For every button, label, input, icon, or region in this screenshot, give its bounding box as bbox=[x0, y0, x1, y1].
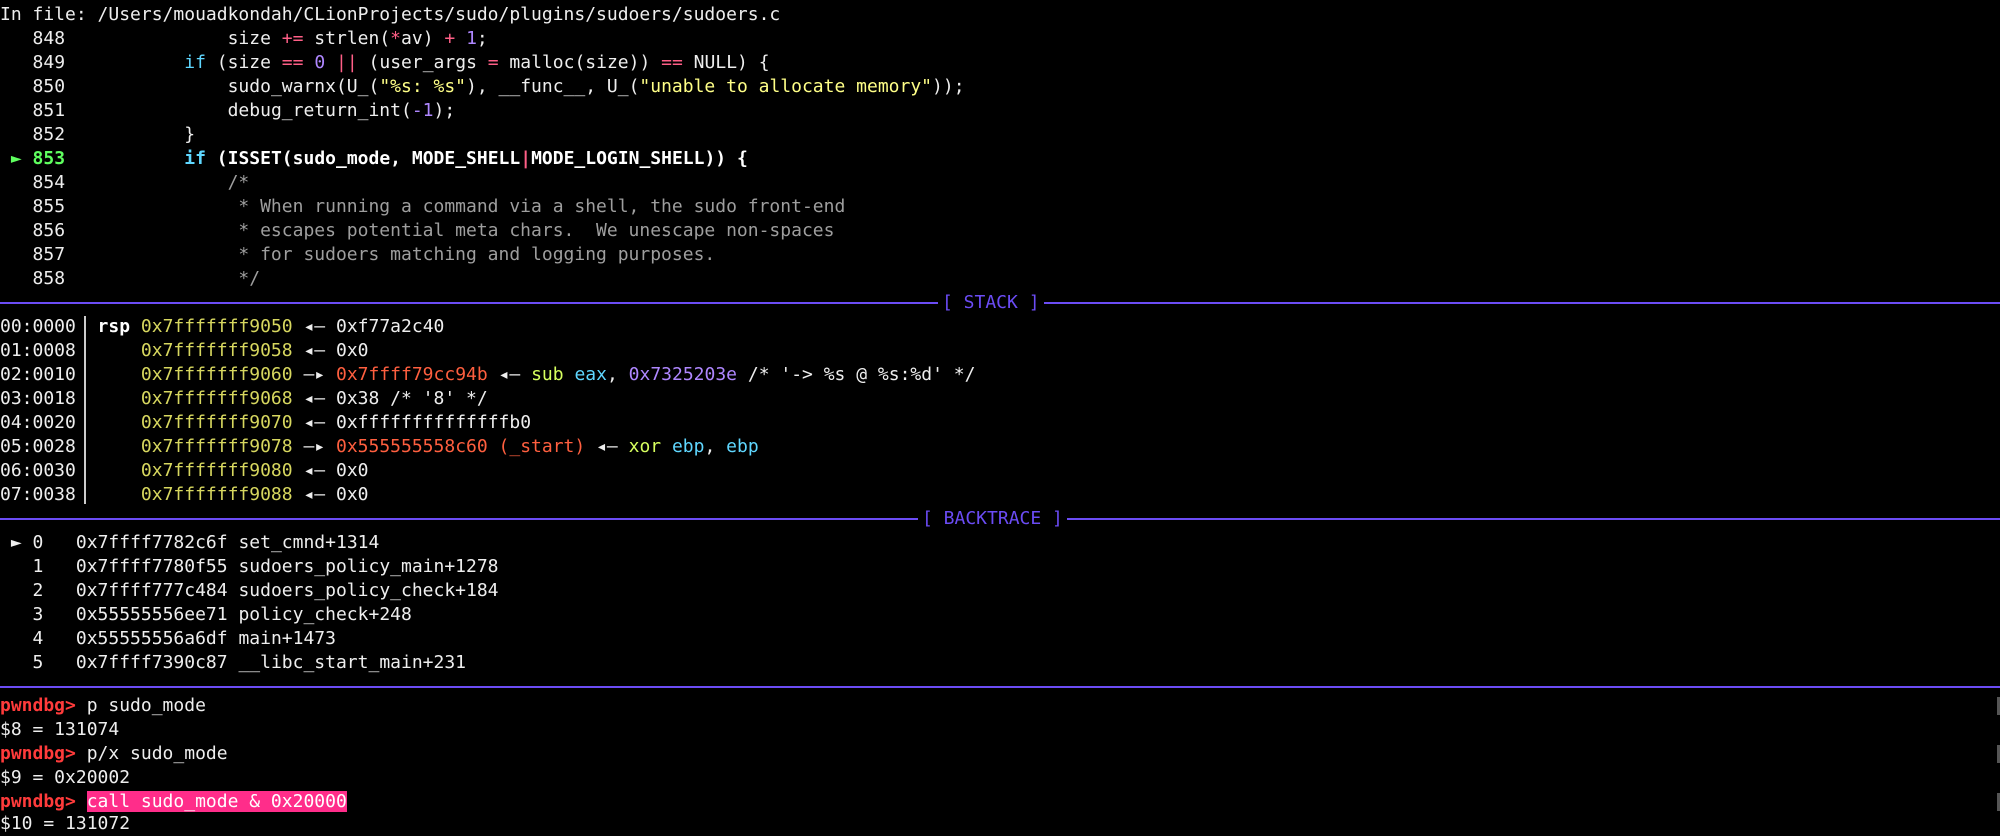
source-line: 848 size += strlen(*av) + 1; bbox=[32, 28, 488, 49]
line-number: 848 bbox=[32, 28, 66, 49]
stack-row: 02:0010 0x7fffffff9060 —▸ 0x7ffff79cc94b… bbox=[0, 364, 976, 385]
stack-row: 03:0018 0x7fffffff9068 ◂— 0x38 /* '8' */ bbox=[0, 388, 488, 409]
stack-row: 06:0030 0x7fffffff9080 ◂— 0x0 bbox=[0, 460, 369, 481]
pwndbg-prompt: pwndbg> bbox=[0, 743, 76, 764]
source-line: 855 * When running a command via a shell… bbox=[32, 196, 846, 217]
line-number: 856 bbox=[32, 220, 66, 241]
backtrace-frame: 5 0x7ffff7390c87 __libc_start_main+231 bbox=[32, 652, 467, 673]
line-number: 850 bbox=[32, 76, 66, 97]
stack-title: [ STACK ] bbox=[938, 291, 1044, 315]
backtrace-frame: 2 0x7ffff777c484 sudoers_policy_check+18… bbox=[32, 580, 499, 601]
console-output: $10 = 131072 bbox=[0, 813, 131, 834]
backtrace-frame: ► 0 0x7ffff7782c6f set_cmnd+1314 bbox=[10, 532, 380, 553]
terminal[interactable]: In file: /Users/mouadkondah/CLionProject… bbox=[0, 0, 2000, 836]
line-number: 854 bbox=[32, 172, 66, 193]
console-command-line[interactable]: pwndbg> p/x sudo_mode bbox=[0, 742, 228, 766]
source-line: 854 /* bbox=[32, 172, 250, 193]
console-command-line[interactable]: pwndbg> p sudo_mode bbox=[0, 694, 206, 718]
stack-row: 01:0008 0x7fffffff9058 ◂— 0x0 bbox=[0, 340, 369, 361]
stack-separator: [ STACK ] bbox=[0, 291, 2000, 315]
backtrace-frame: 1 0x7ffff7780f55 sudoers_policy_main+127… bbox=[32, 556, 499, 577]
line-number: 853 bbox=[32, 148, 66, 169]
backtrace-frame: 3 0x55555556ee71 policy_check+248 bbox=[32, 604, 412, 625]
line-number: 849 bbox=[32, 52, 66, 73]
console-output: $8 = 131074 bbox=[0, 719, 120, 740]
console-command-line[interactable]: pwndbg> call sudo_mode & 0x20000 bbox=[0, 790, 347, 814]
source-line: 852 } bbox=[32, 124, 196, 145]
line-number: 851 bbox=[32, 100, 66, 121]
line-number: 852 bbox=[32, 124, 66, 145]
backtrace-title: [ BACKTRACE ] bbox=[918, 507, 1067, 531]
current-frame-marker: ► bbox=[10, 532, 22, 553]
pwndbg-prompt: pwndbg> bbox=[0, 695, 76, 716]
stack-row: 05:0028 0x7fffffff9078 —▸ 0x555555558c60… bbox=[0, 436, 759, 457]
line-number: 855 bbox=[32, 196, 66, 217]
selected-console-command[interactable]: call sudo_mode & 0x20000 bbox=[86, 791, 347, 812]
source-file-path: In file: /Users/mouadkondah/CLionProject… bbox=[0, 4, 781, 25]
pwndbg-prompt: pwndbg> bbox=[0, 791, 76, 812]
source-line: 856 * escapes potential meta chars. We u… bbox=[32, 220, 835, 241]
source-line: 857 * for sudoers matching and logging p… bbox=[32, 244, 716, 265]
stack-row: 04:0020 0x7fffffff9070 ◂— 0xffffffffffff… bbox=[0, 412, 532, 433]
line-number: 858 bbox=[32, 268, 66, 289]
source-line: 858 */ bbox=[32, 268, 261, 289]
line-number: 857 bbox=[32, 244, 66, 265]
stack-row: 00:0000 rsp 0x7fffffff9050 ◂— 0xf77a2c40 bbox=[0, 316, 445, 337]
current-line-marker: ► bbox=[10, 148, 22, 169]
context-end-separator bbox=[0, 675, 2000, 699]
console-command: p sudo_mode bbox=[86, 695, 206, 716]
backtrace-separator: [ BACKTRACE ] bbox=[0, 507, 2000, 531]
source-line: 850 sudo_warnx(U_("%s: %s"), __func__, U… bbox=[32, 76, 965, 97]
console-command: p/x sudo_mode bbox=[86, 743, 228, 764]
stack-row: 07:0038 0x7fffffff9088 ◂— 0x0 bbox=[0, 484, 369, 505]
source-line-current: ► 853 if (ISSET(sudo_mode, MODE_SHELL|MO… bbox=[10, 148, 748, 169]
backtrace-frame: 4 0x55555556a6df main+1473 bbox=[32, 628, 336, 649]
source-line: 849 if (size == 0 || (user_args = malloc… bbox=[32, 52, 770, 73]
source-line: 851 debug_return_int(-1); bbox=[32, 100, 456, 121]
console-output: $9 = 0x20002 bbox=[0, 767, 131, 788]
